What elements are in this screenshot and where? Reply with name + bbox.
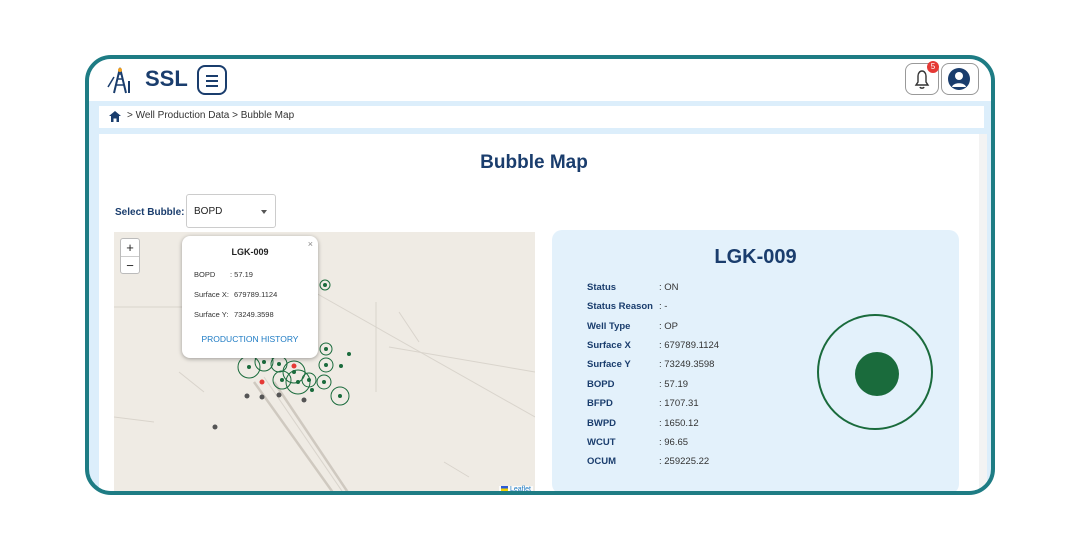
bubble-map[interactable]: + − × LGK-009 BOPD : 57.19 Surface X: 67…	[114, 232, 535, 494]
home-icon[interactable]	[109, 111, 121, 122]
well-bubble-inactive[interactable]	[244, 393, 250, 399]
well-title: LGK-009	[714, 246, 797, 268]
well-bubble[interactable]	[247, 365, 251, 369]
popup-title: LGK-009	[231, 247, 269, 257]
brand-name: SSL	[145, 66, 188, 91]
detail-value: : 679789.1124	[659, 340, 720, 351]
well-bubble-inactive[interactable]	[212, 424, 218, 430]
well-bubble-alert[interactable]	[291, 363, 297, 369]
detail-value: : 57.19	[659, 379, 689, 390]
well-bubble[interactable]	[292, 370, 296, 374]
user-profile-button[interactable]	[941, 63, 979, 95]
detail-label: OCUM	[587, 456, 617, 467]
well-bubble[interactable]	[323, 283, 327, 287]
well-bubble[interactable]	[322, 380, 326, 384]
popup-label-bopd: BOPD	[194, 270, 216, 279]
well-bubble-inactive[interactable]	[259, 394, 265, 400]
detail-label: WCUT	[587, 437, 616, 448]
well-details-panel: LGK-009 Status : ON Status Reason : - We…	[552, 230, 959, 491]
map-tiles[interactable]	[114, 232, 535, 494]
detail-value: : 259225.22	[659, 456, 710, 467]
flag-icon	[500, 486, 508, 491]
well-bubble-inactive[interactable]	[276, 392, 282, 398]
popup-label-surface-x: Surface X:	[194, 290, 230, 299]
attribution-link[interactable]: Leaflet	[510, 486, 531, 491]
detail-value: : 1650.12	[659, 418, 699, 429]
user-avatar-icon	[948, 68, 970, 90]
main-content: Bubble Map Select Bubble: BOPD + − × LGK…	[99, 134, 987, 494]
hamburger-icon	[206, 75, 218, 77]
popup-value-bopd: : 57.19	[230, 270, 253, 279]
notification-count-badge: 5	[927, 61, 939, 73]
well-popup: × LGK-009 BOPD : 57.19 Surface X: 679789…	[182, 236, 318, 358]
hamburger-icon	[206, 80, 218, 82]
select-bubble-label: Select Bubble:	[115, 207, 185, 218]
well-bubble-alert[interactable]	[259, 379, 265, 385]
popup-label-surface-y: Surface Y:	[194, 310, 229, 319]
detail-value: : 96.65	[659, 437, 689, 448]
detail-label: BOPD	[587, 379, 615, 390]
hamburger-icon	[206, 85, 218, 87]
popup-value-surface-x: 679789.1124	[234, 290, 278, 299]
detail-value: : ON	[659, 282, 679, 293]
menu-toggle-button[interactable]	[197, 65, 227, 95]
bubble-select-value: BOPD	[194, 206, 223, 217]
detail-value: : OP	[659, 321, 679, 332]
production-history-link[interactable]: PRODUCTION HISTORY	[182, 334, 318, 344]
popup-value-surface-y: 73249.3598	[234, 310, 274, 319]
detail-label: Well Type	[587, 321, 631, 332]
scrollbar[interactable]	[979, 134, 987, 491]
detail-label: Surface X	[587, 340, 631, 351]
detail-label: Surface Y	[587, 359, 631, 370]
detail-value: : -	[659, 301, 668, 312]
map-attribution[interactable]: Leaflet	[498, 486, 533, 491]
bubble-size-ring	[817, 314, 933, 430]
top-navbar: SSL 5	[89, 59, 991, 101]
well-bubble[interactable]	[310, 388, 314, 392]
breadcrumb: > Well Production Data > Bubble Map	[99, 106, 984, 128]
detail-label: Status	[587, 282, 617, 293]
detail-label: BFPD	[587, 398, 613, 409]
well-bubble[interactable]	[307, 378, 311, 382]
bubble-core	[855, 352, 899, 396]
well-bubble[interactable]	[280, 378, 284, 382]
well-bubble-inactive[interactable]	[301, 397, 307, 403]
well-bubble[interactable]	[277, 362, 281, 366]
well-bubble[interactable]	[324, 363, 328, 367]
well-bubble[interactable]	[338, 394, 342, 398]
well-bubble[interactable]	[296, 380, 300, 384]
detail-label: Status Reason	[587, 301, 653, 312]
well-bubble[interactable]	[262, 360, 266, 364]
chevron-down-icon	[261, 210, 267, 214]
detail-label: BWPD	[587, 418, 617, 429]
detail-value: : 73249.3598	[659, 359, 715, 370]
zoom-out-button[interactable]: −	[121, 257, 139, 274]
app-window: SSL 5 > Well Production Data > Bubble Ma…	[85, 55, 995, 495]
bubble-select[interactable]: BOPD	[186, 194, 276, 228]
page-title: Bubble Map	[480, 152, 588, 173]
zoom-control: + −	[120, 238, 140, 274]
well-bubble[interactable]	[339, 364, 343, 368]
zoom-in-button[interactable]: +	[121, 239, 139, 257]
detail-value: : 1707.31	[659, 398, 699, 409]
well-bubble[interactable]	[347, 352, 351, 356]
oil-rig-logo-icon	[107, 67, 130, 94]
breadcrumb-path[interactable]: > Well Production Data > Bubble Map	[127, 110, 294, 121]
well-bubble[interactable]	[324, 347, 328, 351]
